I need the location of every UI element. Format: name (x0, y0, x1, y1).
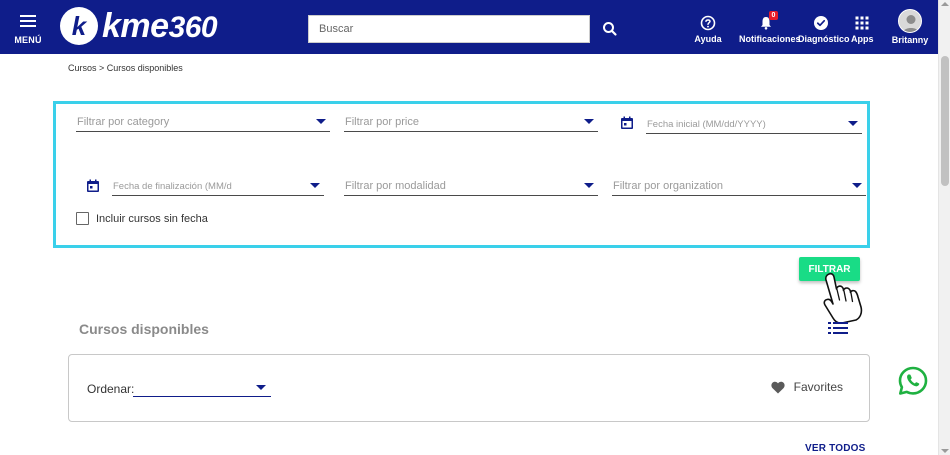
user-name-label: Britanny (891, 35, 929, 45)
start-date-placeholder: Fecha inicial (MM/dd/YYYY) (647, 119, 766, 130)
logo-mark: k (60, 7, 98, 45)
heart-icon (771, 381, 785, 393)
include-undated-label: Incluir cursos sin fecha (96, 212, 208, 225)
help-label: Ayuda (694, 34, 722, 44)
apps-label: Apps (851, 34, 874, 44)
help-button[interactable]: Ayuda (694, 14, 722, 44)
dropdown-arrow-icon (848, 121, 858, 126)
page-scrollbar[interactable] (938, 0, 950, 455)
dropdown-arrow-icon (316, 119, 326, 124)
calendar-icon[interactable] (86, 179, 100, 193)
organization-filter-placeholder: Filtrar por organization (613, 180, 724, 192)
include-undated-checkbox[interactable] (76, 212, 89, 225)
scroll-down-arrow-icon[interactable] (941, 449, 949, 453)
category-filter-dropdown[interactable]: Filtrar por category (76, 106, 330, 132)
start-date-input[interactable]: Fecha inicial (MM/dd/YYYY) (646, 108, 862, 134)
user-profile-button[interactable]: Britanny (890, 9, 930, 45)
sort-dropdown[interactable] (133, 377, 271, 397)
list-view-icon[interactable] (828, 321, 848, 335)
category-filter-placeholder: Filtrar por category (77, 116, 170, 128)
modality-filter-placeholder: Filtrar por modalidad (345, 180, 446, 192)
dropdown-arrow-icon (256, 385, 266, 390)
dropdown-arrow-icon (584, 183, 594, 188)
search-icon (603, 22, 617, 36)
dropdown-arrow-icon (852, 183, 862, 188)
price-filter-placeholder: Filtrar por price (345, 116, 419, 128)
breadcrumb[interactable]: Cursos > Cursos disponibles (68, 63, 183, 73)
end-date-placeholder: Fecha de finalización (MM/d (113, 181, 232, 192)
sort-card: Ordenar: Favorites (68, 354, 870, 422)
favorites-label: Favorites (793, 380, 843, 394)
calendar-icon[interactable] (620, 116, 634, 130)
search-input[interactable] (309, 16, 589, 42)
scroll-thumb[interactable] (941, 56, 949, 186)
organization-filter-dropdown[interactable]: Filtrar por organization (612, 170, 866, 196)
notifications-button[interactable]: 0 Notificaciones (739, 11, 801, 44)
diagnostic-button[interactable]: Diagnóstico (798, 14, 850, 44)
scroll-up-arrow-icon[interactable] (941, 2, 949, 6)
favorites-toggle[interactable]: Favorites (771, 380, 843, 394)
hamburger-icon (20, 15, 36, 27)
dropdown-arrow-icon (310, 183, 320, 188)
help-icon (700, 15, 716, 31)
dropdown-arrow-icon (584, 119, 594, 124)
price-filter-dropdown[interactable]: Filtrar por price (344, 106, 598, 132)
diagnostic-label: Diagnóstico (798, 34, 850, 44)
section-title: Cursos disponibles (79, 321, 209, 337)
pointing-hand-icon (823, 272, 863, 324)
filter-panel: Filtrar por category Filtrar por price F… (53, 101, 870, 248)
modality-filter-dropdown[interactable]: Filtrar por modalidad (344, 170, 598, 196)
grid-icon (855, 16, 869, 30)
menu-label: MENÚ (14, 35, 42, 45)
notification-badge: 0 (769, 11, 778, 20)
sort-label: Ordenar: (87, 382, 135, 396)
apps-button[interactable]: Apps (851, 14, 874, 44)
whatsapp-icon[interactable] (898, 366, 928, 396)
check-circle-icon (814, 16, 828, 30)
avatar-icon (898, 9, 922, 33)
search-box (308, 15, 590, 43)
menu-button[interactable]: MENÚ (12, 15, 44, 48)
notifications-label: Notificaciones (739, 34, 801, 44)
view-all-link[interactable]: VER TODOS (805, 443, 866, 454)
kme360-logo[interactable]: k kme360 (60, 6, 218, 46)
top-header: MENÚ k kme360 Ayuda 0 (0, 0, 938, 54)
search-button[interactable] (598, 17, 622, 41)
include-undated-checkbox-row[interactable]: Incluir cursos sin fecha (76, 212, 208, 225)
end-date-input[interactable]: Fecha de finalización (MM/d (112, 170, 324, 196)
logo-text: kme360 (102, 6, 218, 45)
